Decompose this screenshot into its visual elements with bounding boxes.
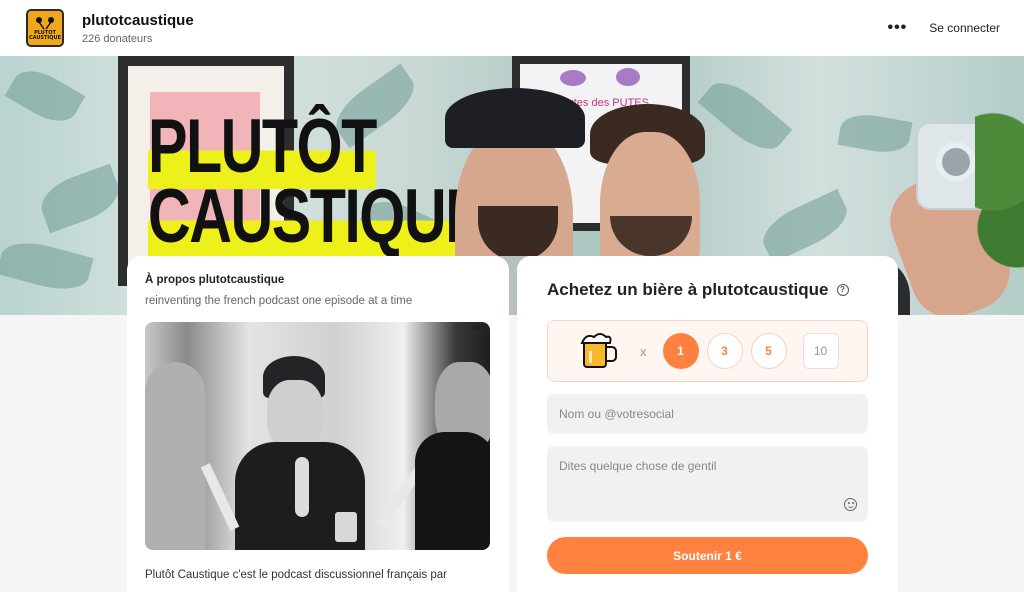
support-button[interactable]: Soutenir 1 € — [547, 537, 868, 574]
message-input[interactable]: Dites quelque chose de gentil — [547, 446, 868, 522]
creator-info: plutotcaustique 226 donateurs — [82, 12, 194, 45]
top-bar: PLUTOT CAUSTIQUE plutotcaustique 226 don… — [0, 0, 1024, 56]
hero-title-line2: CAUSTIQUE — [148, 174, 485, 259]
login-link[interactable]: Se connecter — [929, 21, 1000, 35]
about-title: À propos plutotcaustique — [145, 274, 285, 286]
about-tagline: reinventing the french podcast one episo… — [145, 295, 413, 307]
ellipsis-icon[interactable]: ••• — [887, 19, 907, 37]
about-photo: PAR — [145, 322, 490, 550]
message-placeholder: Dites quelque chose de gentil — [559, 459, 717, 473]
creator-name[interactable]: plutotcaustique — [82, 12, 194, 29]
multiply-sign: x — [640, 343, 647, 359]
logo-text: PLUTOT CAUSTIQUE — [28, 30, 62, 41]
about-description: Plutôt Caustique c'est le podcast discus… — [145, 569, 447, 581]
quantity-option-3[interactable]: 3 — [706, 333, 743, 369]
microphone-logo-icon — [36, 17, 54, 30]
about-card: À propos plutotcaustique reinventing the… — [127, 256, 509, 592]
cap — [445, 88, 585, 148]
quantity-option-5[interactable]: 5 — [750, 333, 787, 369]
question-icon[interactable]: ? — [836, 284, 849, 296]
custom-quantity-input[interactable]: 10 — [802, 333, 839, 369]
support-title: Achetez un bière à plutotcaustique — [547, 280, 829, 299]
photo-caption: PAR — [471, 324, 488, 333]
emoji-icon[interactable] — [844, 498, 857, 511]
name-input[interactable]: Nom ou @votresocial — [547, 394, 868, 434]
hero-title: PLUTÔT CAUSTIQUE — [148, 104, 485, 259]
support-title-row: Achetez un bière à plutotcaustique ? — [547, 280, 868, 300]
topbar-actions: ••• Se connecter — [887, 19, 1000, 37]
quantity-option-1[interactable]: 1 — [662, 333, 699, 369]
support-card: Achetez un bière à plutotcaustique ? x 1… — [517, 256, 898, 592]
quantity-selector: x 1 3 5 10 — [547, 320, 868, 382]
beer-mug-icon — [580, 333, 617, 368]
plant — [975, 96, 1024, 315]
creator-logo[interactable]: PLUTOT CAUSTIQUE — [26, 9, 64, 47]
supporters-count: 226 donateurs — [82, 32, 153, 45]
